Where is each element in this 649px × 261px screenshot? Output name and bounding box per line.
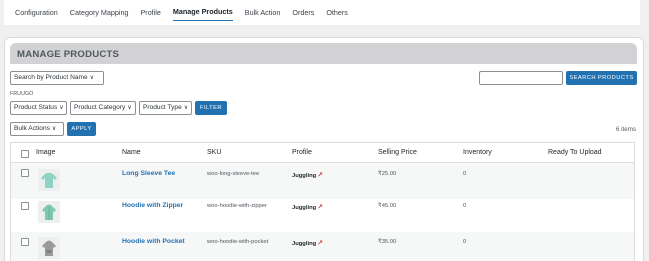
top-navigation: Configuration Category Mapping Profile M… [4, 0, 640, 25]
selling-price: ₹35.00 [378, 239, 397, 245]
tab-list: Configuration Category Mapping Profile M… [15, 7, 360, 21]
panel-header: MANAGE PRODUCTS [10, 43, 637, 64]
inventory-value: 0 [463, 203, 467, 209]
external-link-icon: ↗ [317, 204, 324, 211]
row-checkbox[interactable] [21, 169, 29, 177]
bulk-actions-select[interactable]: Bulk Actions ∨ [10, 122, 64, 136]
apply-button[interactable]: APPLY [67, 122, 96, 136]
chevron-down-icon: ∨ [127, 105, 132, 111]
items-count: 6 items [616, 126, 636, 133]
product-thumbnail[interactable] [38, 237, 60, 259]
filter-button[interactable]: FILTER [195, 101, 227, 115]
column-header-ready-to-upload: Ready To Upload [548, 149, 602, 156]
product-status-select[interactable]: Product Status ∨ [10, 101, 67, 115]
column-header-image: Image [36, 149, 56, 156]
tab-profile[interactable]: Profile [141, 8, 161, 21]
column-header-selling-price: Selling Price [378, 149, 417, 156]
search-by-select[interactable]: Search by Product Name ∨ [10, 71, 104, 85]
profile-link[interactable]: Juggling↗ [292, 239, 323, 247]
selling-price: ₹45.00 [378, 203, 397, 209]
product-thumbnail[interactable] [38, 201, 60, 223]
search-by-select-value: Search by Product Name [14, 74, 88, 81]
table-row: Hoodie with Pocket woo-hoodie-with-pocke… [11, 232, 634, 261]
tab-category-mapping[interactable]: Category Mapping [70, 8, 129, 21]
table-row: Hoodie with Zipper woo-hoodie-with-zippe… [11, 196, 634, 232]
tab-manage-products[interactable]: Manage Products [172, 7, 233, 21]
table-header: Image Name SKU Profile Selling Price Inv… [11, 143, 634, 163]
chevron-down-icon: ∨ [89, 75, 95, 81]
bulk-actions-select-value: Bulk Actions [14, 125, 50, 132]
product-sku: woo-hoodie-with-pocket [207, 239, 269, 245]
profile-name: Juggling [292, 205, 317, 211]
inventory-value: 0 [463, 239, 467, 245]
external-link-icon: ↗ [317, 172, 324, 179]
profile-link[interactable]: Juggling↗ [292, 171, 323, 179]
tab-configuration[interactable]: Configuration [15, 8, 58, 21]
product-status-select-value: Product Status [14, 104, 58, 111]
page-title: MANAGE PRODUCTS [17, 49, 120, 60]
column-header-profile: Profile [292, 149, 312, 156]
hoodie-zipper-icon [38, 201, 60, 223]
inventory-value: 0 [463, 171, 467, 177]
product-name-link[interactable]: Hoodie with Pocket [122, 238, 185, 245]
select-all-checkbox[interactable] [21, 150, 29, 158]
chevron-down-icon: ∨ [59, 105, 64, 111]
tab-orders[interactable]: Orders [292, 8, 314, 21]
hoodie-pocket-icon [38, 237, 60, 259]
product-sku: woo-long-sleeve-tee [207, 171, 260, 177]
profile-name: Juggling [292, 241, 317, 247]
column-header-inventory: Inventory [463, 149, 492, 156]
products-table: Image Name SKU Profile Selling Price Inv… [10, 142, 635, 261]
search-products-button[interactable]: SEARCH PRODUCTS [566, 71, 637, 85]
product-type-select-value: Product Type [143, 104, 182, 111]
product-sku: woo-hoodie-with-zipper [207, 203, 267, 209]
external-link-icon: ↗ [317, 240, 324, 247]
profile-link[interactable]: Juggling↗ [292, 203, 323, 211]
product-name-link[interactable]: Long Sleeve Tee [122, 170, 175, 177]
product-thumbnail[interactable] [38, 169, 60, 191]
column-header-sku[interactable]: SKU [207, 149, 221, 156]
search-input[interactable] [479, 71, 563, 85]
product-type-select[interactable]: Product Type ∨ [139, 101, 192, 115]
chevron-down-icon: ∨ [51, 126, 57, 132]
profile-name: Juggling [292, 173, 317, 179]
long-sleeve-tee-icon [38, 169, 60, 191]
product-category-select-value: Product Category [74, 104, 126, 111]
tab-bulk-action[interactable]: Bulk Action [245, 8, 281, 21]
product-name-link[interactable]: Hoodie with Zipper [122, 202, 183, 209]
chevron-down-icon: ∨ [183, 105, 189, 111]
product-category-select[interactable]: Product Category ∨ [70, 101, 136, 115]
tab-others[interactable]: Others [326, 8, 348, 21]
row-checkbox[interactable] [21, 202, 29, 210]
column-header-name[interactable]: Name [122, 149, 141, 156]
selling-price: ₹25.00 [378, 171, 397, 177]
table-row: Long Sleeve Tee woo-long-sleeve-tee Jugg… [11, 163, 634, 199]
filter-section-label: FRUUGO [10, 91, 34, 97]
row-checkbox[interactable] [21, 238, 29, 246]
